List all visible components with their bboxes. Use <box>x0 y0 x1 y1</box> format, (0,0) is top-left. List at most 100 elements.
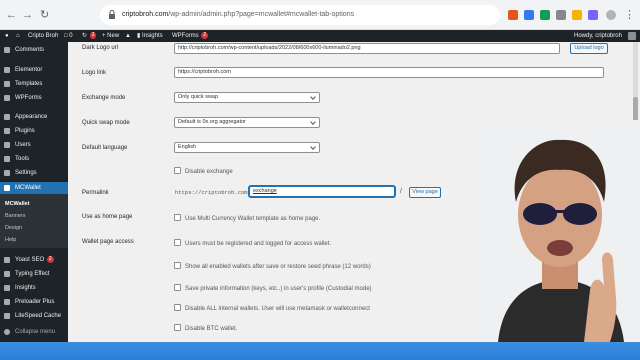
new-content-link[interactable]: + New <box>102 30 119 42</box>
sidebar-item-yoast-seo[interactable]: Yoast SEO 2 <box>0 254 68 266</box>
default-language-select[interactable]: English <box>174 142 320 153</box>
sidebar-item-plugins[interactable]: Plugins <box>0 125 68 137</box>
sidebar-item-wpforms[interactable]: WPForms <box>0 92 68 104</box>
sidebar-item-label: Tools <box>15 156 30 162</box>
collapse-icon <box>4 329 10 335</box>
default-language-value: English <box>178 144 197 150</box>
chevron-down-icon <box>310 94 316 100</box>
home-page-option[interactable]: Use Multi Currency Wallet template as ho… <box>174 214 320 223</box>
sidebar-item-templates[interactable]: Templates <box>0 78 68 90</box>
sidebar-item-label: Plugins <box>15 128 35 134</box>
settings-icon <box>4 170 10 176</box>
sidebar-item-appearance[interactable]: Appearance <box>0 111 68 123</box>
extension-icon[interactable] <box>524 10 534 20</box>
profile-avatar-icon[interactable] <box>606 10 616 20</box>
sidebar-item-label: Users <box>15 142 31 148</box>
show-all-wallets-checkbox[interactable] <box>174 262 181 269</box>
disable-internal-wallets-checkbox[interactable] <box>174 304 181 311</box>
wpforms-badge: 2 <box>201 32 209 39</box>
custodial-mode-option[interactable]: Save private information (keys, etc..) i… <box>174 284 372 293</box>
forward-icon[interactable]: → <box>22 8 33 22</box>
url-path: /wp-admin/admin.php?page=mcwallet#mcwall… <box>168 11 355 18</box>
permalink-slug-input[interactable]: exchange <box>249 186 395 197</box>
wp-admin-bar: ● ⌂ Cripto Broh □ 0 ↻ 2 + New ▲ ▮ Insigh… <box>0 30 640 42</box>
users-icon <box>4 142 10 148</box>
sidebar-item-tools[interactable]: Tools <box>0 153 68 165</box>
disable-btc-wallet-checkbox[interactable] <box>174 324 181 331</box>
submenu-item-mcwallet[interactable]: MCWallet <box>5 201 30 207</box>
puzzle-icon[interactable] <box>588 10 598 20</box>
yoast-icon[interactable]: ▲ <box>125 30 131 42</box>
user-avatar[interactable] <box>628 32 636 40</box>
exchange-mode-label: Exchange mode <box>82 95 126 101</box>
show-all-wallets-option[interactable]: Show all enabled wallets after save or r… <box>174 262 371 271</box>
address-bar[interactable]: criptobroh.com/wp-admin/admin.php?page=m… <box>100 5 500 25</box>
plugins-icon <box>4 128 10 134</box>
brave-shield-icon[interactable] <box>508 10 518 20</box>
mcwallet-submenu: MCWallet Banners Design Help <box>0 194 68 248</box>
sidebar-item-comments[interactable]: Comments <box>0 44 68 56</box>
wallet-access-option[interactable]: Users must be registered and logged for … <box>174 239 331 248</box>
sidebar-item-settings[interactable]: Settings <box>0 167 68 179</box>
sidebar-item-label: Comments <box>15 47 45 53</box>
insights-link[interactable]: ▮ Insights <box>137 30 163 42</box>
browser-menu-icon[interactable]: ⋮ <box>624 8 635 22</box>
home-page-label: Use as home page <box>82 214 133 220</box>
wpforms-link[interactable]: WPForms 2 <box>172 30 209 42</box>
quick-swap-mode-select[interactable]: Default is 0x.org aggregator <box>174 117 320 128</box>
sidebar-item-typing-effect[interactable]: Typing Effect <box>0 268 68 280</box>
preloader-icon <box>4 299 10 305</box>
submenu-item-banners[interactable]: Banners <box>5 213 26 219</box>
sidebar-item-insights[interactable]: Insights <box>0 282 68 294</box>
exchange-mode-select[interactable]: Only quick swap <box>174 92 320 103</box>
permalink-label: Permalink <box>82 190 109 196</box>
disable-btc-wallet-text: Disable BTC wallet. <box>185 326 238 332</box>
collapse-menu-button[interactable]: Collapse menu <box>0 326 68 338</box>
disable-btc-wallet-option[interactable]: Disable BTC wallet. <box>174 324 237 333</box>
wordpress-logo-icon[interactable]: ● <box>5 30 9 42</box>
appearance-icon <box>4 114 10 120</box>
presenter-webcam-image <box>478 120 640 342</box>
comments-indicator[interactable]: □ 0 <box>64 30 73 42</box>
account-greeting[interactable]: Howdy, criptobroh <box>574 30 622 42</box>
sidebar-item-mcwallet[interactable]: MCWallet <box>0 182 68 194</box>
disable-exchange-option[interactable]: Disable exchange <box>174 167 233 176</box>
quick-swap-mode-value: Default is 0x.org aggregator <box>178 119 246 125</box>
exchange-mode-value: Only quick swap <box>178 94 219 100</box>
logo-link-input[interactable]: https://criptobroh.com <box>174 67 604 78</box>
show-all-wallets-text: Show all enabled wallets after save or r… <box>185 264 371 270</box>
extension-icon[interactable] <box>572 10 582 20</box>
back-icon[interactable]: ← <box>6 8 17 22</box>
sidebar-item-label: MCWallet <box>15 185 41 191</box>
home-icon[interactable]: ⌂ <box>16 30 20 42</box>
sidebar-item-litespeed-cache[interactable]: LiteSpeed Cache <box>0 310 68 322</box>
custodial-mode-text: Save private information (keys, etc..) i… <box>185 286 372 292</box>
extension-icon[interactable] <box>556 10 566 20</box>
chevron-down-icon <box>310 144 316 150</box>
video-frame-border <box>0 342 640 360</box>
updates-indicator[interactable]: ↻ 2 <box>82 30 97 42</box>
upload-logo-button[interactable]: Upload logo <box>570 43 608 54</box>
new-label: New <box>107 33 120 39</box>
home-page-checkbox[interactable] <box>174 214 181 221</box>
custodial-mode-checkbox[interactable] <box>174 284 181 291</box>
disable-internal-wallets-option[interactable]: Disable ALL internal wallets. User will … <box>174 304 370 313</box>
disable-exchange-checkbox[interactable] <box>174 167 181 174</box>
chevron-down-icon <box>310 119 316 125</box>
logo-link-label: Logo link <box>82 70 107 76</box>
wallet-access-checkbox[interactable] <box>174 239 181 246</box>
view-page-button[interactable]: View page <box>409 187 441 198</box>
sidebar-item-users[interactable]: Users <box>0 139 68 151</box>
site-name-link[interactable]: Cripto Broh <box>28 30 58 42</box>
quick-swap-mode-label: Quick swap mode <box>82 120 130 126</box>
sidebar-item-label: Appearance <box>15 114 48 120</box>
submenu-item-design[interactable]: Design <box>5 225 22 231</box>
wallet-icon <box>4 185 10 191</box>
reload-icon[interactable]: ↻ <box>40 8 49 22</box>
sidebar-item-preloader-plus[interactable]: Preloader Plus <box>0 296 68 308</box>
dark-logo-url-input[interactable]: http://criptobroh.com/wp-content/uploads… <box>174 43 560 54</box>
submenu-item-help[interactable]: Help <box>5 237 16 243</box>
sidebar-item-elementor[interactable]: Elementor <box>0 64 68 76</box>
insights-label: Insights <box>141 33 163 39</box>
extension-icon[interactable] <box>540 10 550 20</box>
